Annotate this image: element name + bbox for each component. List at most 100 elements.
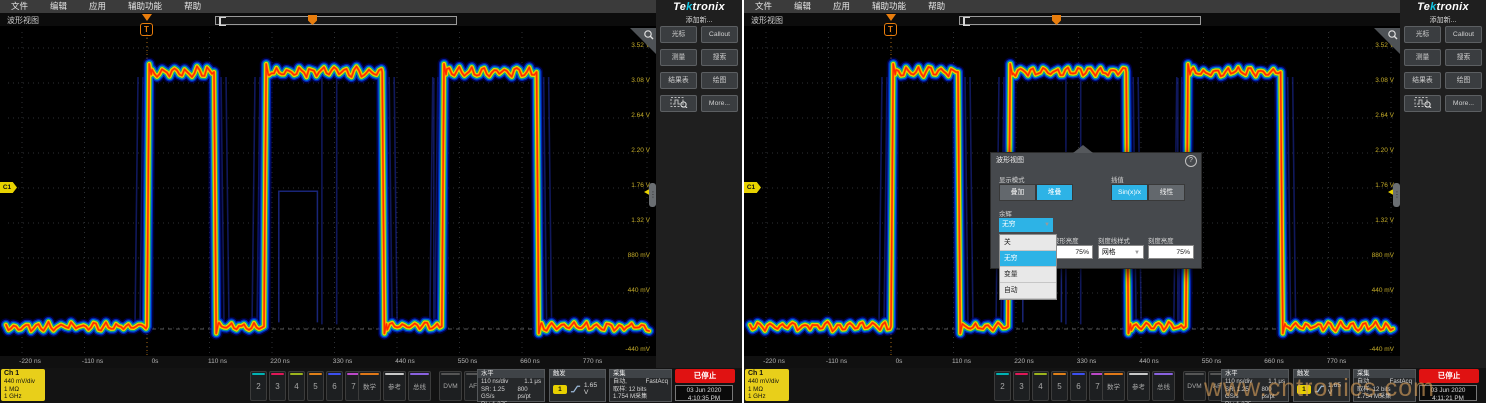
record-view-bar[interactable] xyxy=(215,16,457,25)
graticule-intensity-input[interactable]: 75% xyxy=(1148,245,1194,259)
panel-button-结果表[interactable]: 结果表 xyxy=(660,72,697,89)
trigger-position-flag[interactable]: T xyxy=(140,14,155,38)
trigger-badge[interactable]: 触发 1 1.65 V xyxy=(549,369,606,402)
voltage-label: 2.64 V xyxy=(612,112,650,119)
menu-item[interactable]: 辅助功能 xyxy=(117,0,173,13)
display-mode-label: 显示模式 xyxy=(999,175,1025,184)
channel-button-4[interactable]: 4 xyxy=(288,371,305,401)
waveform-intensity-input[interactable]: 75% xyxy=(1053,245,1093,259)
persistence-option-自动[interactable]: 自动 xyxy=(1000,283,1056,299)
toolbar-button-总线[interactable]: 总线 xyxy=(1152,371,1175,401)
panel-button-测量[interactable]: 测量 xyxy=(1404,49,1441,66)
channel-button-5[interactable]: 5 xyxy=(1051,371,1068,401)
toolbar-button-DVM[interactable]: DVM xyxy=(439,371,462,401)
trigger-arrow-icon xyxy=(886,14,896,21)
panel-button-More...[interactable]: More... xyxy=(1445,95,1482,112)
record-view-bar[interactable] xyxy=(959,16,1201,25)
trigger-position-flag[interactable]: T xyxy=(884,14,899,38)
acquisition-badge[interactable]: 采集 自动,FastAcq 取样: 12 bits 1.754 M采集 xyxy=(609,369,672,402)
oscilloscope-window: 文件编辑应用辅助功能帮助 波形视图 T C1 3.52 V3.08 V2.64 … xyxy=(744,0,1486,403)
trigger-arrow-icon xyxy=(142,14,152,21)
toolbar-button-数学[interactable]: 数学 xyxy=(358,371,381,401)
waveform-view-tab[interactable]: 波形视图 xyxy=(751,15,783,26)
menu-item[interactable]: 编辑 xyxy=(39,0,78,13)
record-view-bracket xyxy=(219,17,226,26)
run-control: 已停止 03 Jun 2020 4:10:35 PM xyxy=(675,368,735,403)
panel-drag-handle[interactable]: ⋮ xyxy=(649,183,656,207)
panel-button-结果表[interactable]: 结果表 xyxy=(1404,72,1441,89)
voltage-label: 440 mV xyxy=(612,287,650,294)
add-new-label: 添加新... xyxy=(1400,15,1486,25)
interpolation-option[interactable]: 线性 xyxy=(1148,184,1185,201)
persistence-options-list: 关无穷变量自动 xyxy=(999,234,1057,300)
channel-button-4[interactable]: 4 xyxy=(1032,371,1049,401)
panel-button-光标[interactable]: 光标 xyxy=(1404,26,1441,43)
menu-item[interactable]: 辅助功能 xyxy=(861,0,917,13)
channel-button-2[interactable]: 2 xyxy=(994,371,1011,401)
horizontal-badge[interactable]: 水平 110 ns/div1.1 μs SR: 1.25 GS/s800 ps/… xyxy=(477,369,545,402)
toolbar-button-数学[interactable]: 数学 xyxy=(1102,371,1125,401)
record-trigger-position-marker[interactable] xyxy=(1052,15,1061,25)
voltage-label: 3.52 V xyxy=(1356,42,1394,49)
toolbar-button-总线[interactable]: 总线 xyxy=(408,371,431,401)
channel1-badge[interactable]: Ch 1 440 mV/div 1 MΩ 1 GHz xyxy=(745,369,789,401)
dialog-title: 波形视图 xyxy=(996,155,1024,165)
panel-button-绘图[interactable]: 绘图 xyxy=(1445,72,1482,89)
channel-button-6[interactable]: 6 xyxy=(1070,371,1087,401)
display-mode-option-堆叠[interactable]: 堆叠 xyxy=(1036,184,1073,201)
graticule-style-dropdown[interactable]: 网格▼ xyxy=(1098,245,1144,259)
tektronix-logo: Tektronix xyxy=(1400,1,1486,13)
menu-item[interactable]: 帮助 xyxy=(173,0,212,13)
persistence-option-关[interactable]: 关 xyxy=(1000,235,1056,251)
toolbar-button-参考[interactable]: 参考 xyxy=(383,371,406,401)
panel-button-Callout[interactable]: Callout xyxy=(701,26,738,43)
menu-item[interactable]: 文件 xyxy=(0,0,39,13)
panel-drag-handle[interactable]: ⋮ xyxy=(1393,183,1400,207)
toolbar-button-DVM[interactable]: DVM xyxy=(1183,371,1206,401)
interpolation-option[interactable]: Sin(x)/x xyxy=(1111,184,1148,201)
channel-button-5[interactable]: 5 xyxy=(307,371,324,401)
panel-button-搜索[interactable]: 搜索 xyxy=(701,49,738,66)
run-stop-button[interactable]: 已停止 xyxy=(675,369,735,383)
panel-button-搜索[interactable]: 搜索 xyxy=(1445,49,1482,66)
interpolation-toggle: Sin(x)/x线性 xyxy=(1111,184,1185,201)
waveform-display[interactable]: T C1 3.52 V3.08 V2.64 V2.20 V1.76 V1.32 … xyxy=(0,26,657,356)
zoom-waveform-button[interactable] xyxy=(660,95,697,112)
time-label: -220 ns xyxy=(763,358,785,365)
menu-item[interactable]: 帮助 xyxy=(917,0,956,13)
persistence-option-无穷[interactable]: 无穷 xyxy=(1000,251,1056,267)
persistence-dropdown[interactable]: 无穷▼ xyxy=(999,218,1053,232)
channel1-badge[interactable]: Ch 1 440 mV/div 1 MΩ 1 GHz xyxy=(1,369,45,401)
channel-button-3[interactable]: 3 xyxy=(269,371,286,401)
record-trigger-position-marker[interactable] xyxy=(308,15,317,25)
add-new-label: 添加新... xyxy=(656,15,742,25)
waveform-view-tab[interactable]: 波形视图 xyxy=(7,15,39,26)
dialog-caret xyxy=(1073,145,1093,153)
menu-item[interactable]: 编辑 xyxy=(783,0,822,13)
help-icon[interactable]: ? xyxy=(1185,155,1197,167)
channel-button-3[interactable]: 3 xyxy=(1013,371,1030,401)
persistence-option-变量[interactable]: 变量 xyxy=(1000,267,1056,283)
button-color-stripe xyxy=(385,373,404,375)
panel-button-Callout[interactable]: Callout xyxy=(1445,26,1482,43)
horizontal-scale: 110 ns/div xyxy=(481,378,508,386)
menu-item[interactable]: 应用 xyxy=(78,0,117,13)
time-label: -110 ns xyxy=(826,358,847,365)
channel-button-6[interactable]: 6 xyxy=(326,371,343,401)
panel-button-More...[interactable]: More... xyxy=(701,95,738,112)
menu-item[interactable]: 文件 xyxy=(744,0,783,13)
panel-button-光标[interactable]: 光标 xyxy=(660,26,697,43)
panel-button-测量[interactable]: 测量 xyxy=(660,49,697,66)
time-label: 0s xyxy=(896,358,903,365)
zoom-waveform-button[interactable] xyxy=(1404,95,1441,112)
time-label: 330 ns xyxy=(1077,358,1097,365)
toolbar-button-参考[interactable]: 参考 xyxy=(1127,371,1150,401)
panel-button-绘图[interactable]: 绘图 xyxy=(701,72,738,89)
display-mode-option-叠加[interactable]: 叠加 xyxy=(999,184,1036,201)
fastacq-label: FastAcq xyxy=(646,378,668,386)
time-label: 220 ns xyxy=(270,358,290,365)
clock-date: 03 Jun 2020 xyxy=(676,387,732,395)
channel-button-2[interactable]: 2 xyxy=(250,371,267,401)
trigger-level-value: 1.65 V xyxy=(584,382,602,396)
menu-item[interactable]: 应用 xyxy=(822,0,861,13)
